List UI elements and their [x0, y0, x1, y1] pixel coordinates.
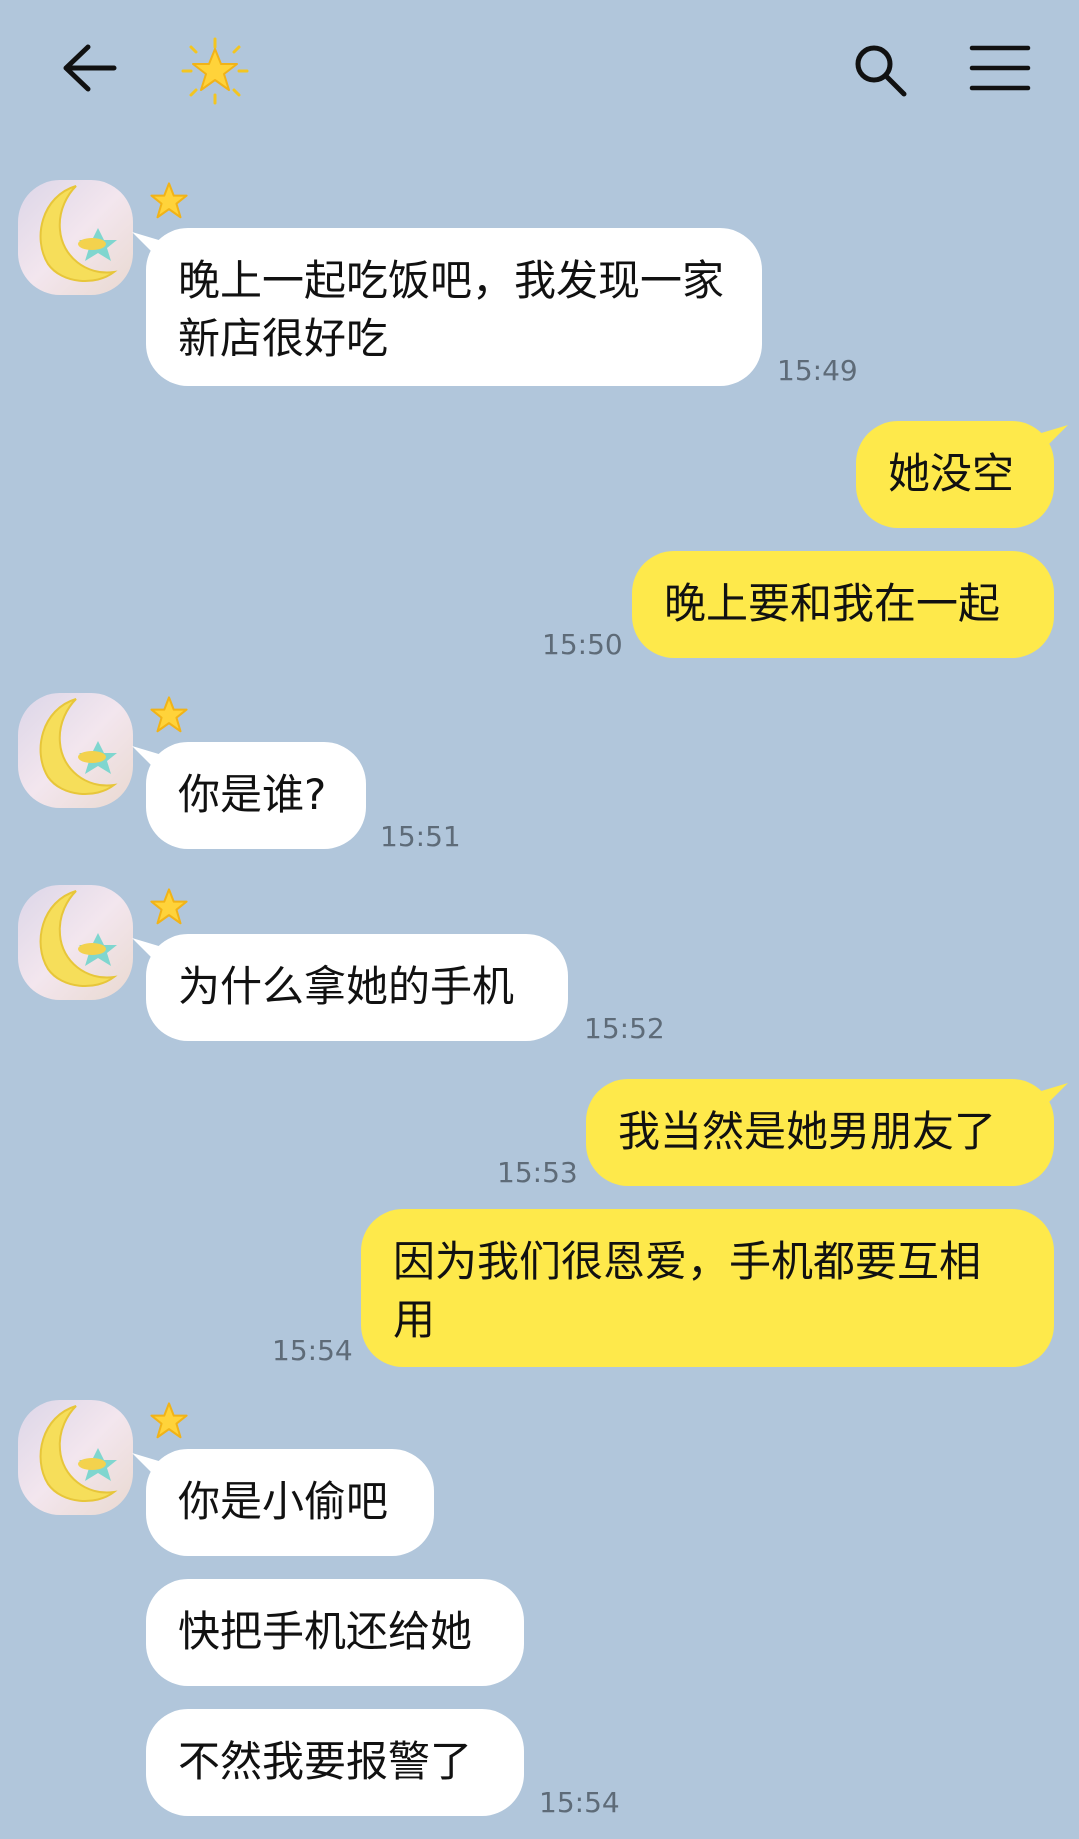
message-text: 快把手机还给她	[178, 1607, 473, 1656]
message-bubble[interactable]: 因为我们很恩爱，手机都要互相用	[361, 1209, 1054, 1367]
message-text: 你是小偷吧	[178, 1477, 389, 1526]
avatar[interactable]	[18, 180, 133, 295]
message-text: 她没空	[888, 449, 1015, 498]
message-bubble[interactable]: 晚上要和我在一起	[632, 551, 1054, 658]
message-text: 晚上一起吃饭吧，我发现一家新店很好吃	[178, 256, 725, 363]
bubble-tail	[1038, 425, 1068, 455]
star-emoji-icon	[175, 36, 255, 106]
message-time: 15:49	[777, 354, 858, 387]
avatar[interactable]	[18, 693, 133, 808]
message-text: 晚上要和我在一起	[664, 579, 1001, 628]
message-bubble[interactable]: 她没空	[856, 421, 1068, 528]
message-text: 因为我们很恩爱，手机都要互相用	[393, 1237, 982, 1344]
star-badge-icon	[146, 884, 192, 930]
message-time: 15:50	[542, 628, 623, 661]
message-bubble[interactable]: 快把手机还给她	[146, 1579, 524, 1686]
star-badge-icon	[146, 692, 192, 738]
message-bubble[interactable]: 你是小偷吧	[132, 1449, 434, 1556]
message-bubble[interactable]: 我当然是她男朋友了	[586, 1079, 1068, 1186]
message-bubble[interactable]: 你是谁?	[132, 742, 366, 849]
message-bubble[interactable]: 晚上一起吃饭吧，我发现一家新店很好吃	[132, 228, 762, 386]
search-icon[interactable]	[840, 36, 920, 104]
message-time: 15:54	[539, 1786, 620, 1819]
star-badge-icon	[146, 1398, 192, 1444]
bubble-tail	[132, 232, 162, 262]
message-text: 我当然是她男朋友了	[618, 1107, 997, 1156]
avatar[interactable]	[18, 885, 133, 1000]
message-time: 15:53	[497, 1156, 578, 1189]
message-text: 为什么拿她的手机	[178, 962, 515, 1011]
back-arrow-icon[interactable]	[50, 36, 130, 100]
bubble-tail	[132, 746, 162, 776]
message-bubble[interactable]: 为什么拿她的手机	[132, 934, 568, 1041]
message-text: 你是谁?	[178, 770, 327, 819]
bubble-tail	[1038, 1083, 1068, 1113]
message-time: 15:54	[272, 1334, 353, 1367]
message-time: 15:52	[584, 1012, 665, 1045]
star-badge-icon	[146, 178, 192, 224]
bubble-tail	[132, 1453, 162, 1483]
avatar[interactable]	[18, 1400, 133, 1515]
chat-header	[0, 0, 1079, 140]
message-text: 不然我要报警了	[178, 1737, 473, 1786]
bubble-tail	[132, 938, 162, 968]
message-bubble[interactable]: 不然我要报警了	[146, 1709, 524, 1816]
hamburger-menu-icon[interactable]	[960, 36, 1040, 100]
message-time: 15:51	[380, 820, 461, 853]
